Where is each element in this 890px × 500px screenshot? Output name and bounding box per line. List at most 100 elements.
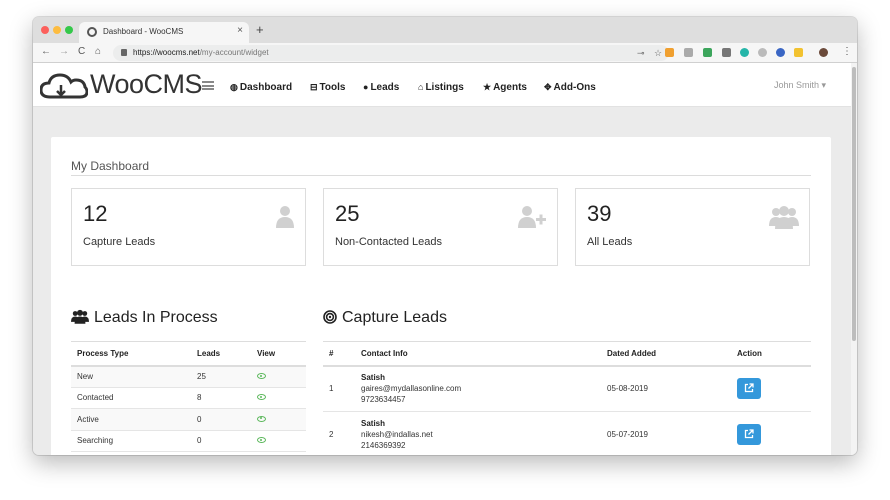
contact-info: Satish nikesh@indallas.net 2146369392 [355,411,601,455]
nav-add-ons-label: Add-Ons [553,82,596,93]
table-row: New 25 [71,365,306,388]
dot-extension-icon[interactable] [758,48,767,57]
site-navbar: WooCMS ◍ Dashboard ⊟ Tools ● Leads ⌂ Listing… [33,63,851,107]
browser-menu-icon[interactable]: ⋮ [842,46,852,57]
user-plus-icon [518,206,546,228]
contact-info: Satish gaires@mydallasonline.com 9723634… [355,365,601,412]
nav-leads[interactable]: ● Leads [363,82,399,93]
tab-title: Dashboard - WooCMS [103,27,184,36]
circle-extension-icon[interactable] [740,48,749,57]
home-icon: ⌂ [418,82,424,92]
k-extension-icon[interactable] [684,48,693,57]
eye-icon[interactable] [257,373,266,379]
stat-label: Capture Leads [83,236,156,248]
nav-add-ons[interactable]: ✥ Add-Ons [544,82,596,93]
note-extension-icon[interactable] [794,48,803,57]
dashboard-panel: My Dashboard 12 Capture Leads 25 Non-Con… [51,137,831,455]
user-icon [276,206,294,228]
home-button[interactable]: ⌂ [95,46,101,57]
globe-icon: ◍ [230,82,238,92]
maximize-window-button[interactable] [65,26,73,34]
stat-card-capture-leads[interactable]: 12 Capture Leads [71,188,306,266]
nav-leads-label: Leads [370,82,400,93]
users-icon [71,309,89,324]
column-header: # [323,341,355,367]
user-icon: ● [363,82,369,92]
reload-button[interactable]: C [78,46,85,57]
column-header: Contact Info [355,341,601,367]
bookmark-star-icon[interactable]: ☆ [654,48,662,59]
stat-value: 25 [335,201,360,226]
bullseye-icon [323,310,337,324]
site-logo-text[interactable]: WooCMS [90,69,203,100]
contact-email: gaires@mydallasonline.com [361,384,462,394]
address-bar[interactable]: https://woocms.net/my-account/widget ⊸ ☆ [113,45,669,61]
lock-icon [121,49,127,56]
browser-toolbar: ← → C ⌂ https://woocms.net/my-account/wi… [33,43,857,63]
lead-count: 0 [191,408,251,431]
title-divider [71,175,811,176]
eye-icon[interactable] [257,394,266,401]
grid-extension-icon[interactable] [722,48,731,57]
blue-extension-icon[interactable] [776,48,785,57]
star-icon: ★ [483,82,492,92]
globe-icon [87,27,97,37]
hamburger-menu-icon[interactable] [202,81,214,90]
nav-agents[interactable]: ★ Agents [483,82,527,93]
minimize-window-button[interactable] [53,26,61,34]
lead-count: 25 [191,365,251,388]
close-window-button[interactable] [41,26,49,34]
column-header: Process Type [71,341,191,367]
process-type: New [71,365,191,388]
row-number: 1 [323,365,355,412]
key-icon[interactable]: ⊸ [637,48,645,59]
column-header: View [251,341,306,367]
stat-card-all-leads[interactable]: 39 All Leads [575,188,810,266]
scrollbar-thumb[interactable] [852,67,856,341]
table-row: Contacted 8 [71,387,306,409]
shield-extension-icon[interactable] [703,48,712,57]
table-row: Searching 0 [71,430,306,452]
eye-icon[interactable] [257,415,266,422]
car-icon: ⊟ [310,82,318,92]
column-header: Dated Added [601,341,731,367]
column-header: Action [731,341,811,367]
stat-value: 12 [83,201,108,226]
profile-avatar-icon[interactable] [819,48,828,57]
contact-phone: 9723634457 [361,395,406,405]
leads-in-process-title: Leads In Process [94,309,218,326]
stat-value: 39 [587,201,612,226]
browser-tab[interactable]: Dashboard - WooCMS × [79,22,249,43]
browser-window: Dashboard - WooCMS × + ← → C ⌂ https://w… [33,17,857,455]
cloud-logo-icon[interactable] [40,72,88,100]
open-lead-button[interactable] [737,424,761,445]
eye-icon[interactable] [257,437,266,444]
contact-email: nikesh@indallas.net [361,430,433,439]
stat-card-non-contacted-leads[interactable]: 25 Non-Contacted Leads [323,188,558,266]
page-scrollbar[interactable] [851,63,857,455]
column-header: Leads [191,341,251,367]
close-tab-icon[interactable]: × [237,25,243,36]
contact-phone: 2146369392 [361,441,406,450]
new-tab-button[interactable]: + [256,22,264,37]
forward-button[interactable]: → [59,46,69,57]
nav-listings[interactable]: ⌂ Listings [418,82,464,93]
user-menu[interactable]: John Smith ▾ [774,80,826,91]
capture-leads-heading: Capture Leads [323,309,447,327]
nav-listings-label: Listings [425,82,464,93]
capture-leads-title: Capture Leads [342,309,447,326]
process-type: Contacted [71,387,191,409]
nav-tools-label: Tools [319,82,346,93]
lead-count: 0 [191,430,251,452]
puzzle-icon: ✥ [544,82,552,92]
back-button[interactable]: ← [41,46,51,57]
page-title: My Dashboard [71,159,150,173]
nav-tools[interactable]: ⊟ Tools [310,82,345,93]
users-icon [769,206,799,229]
lead-count: 8 [191,387,251,409]
rss-extension-icon[interactable] [665,48,674,57]
process-type: Active [71,408,191,431]
stat-label: Non-Contacted Leads [335,236,443,248]
open-lead-button[interactable] [737,378,761,400]
nav-dashboard[interactable]: ◍ Dashboard [230,82,292,93]
